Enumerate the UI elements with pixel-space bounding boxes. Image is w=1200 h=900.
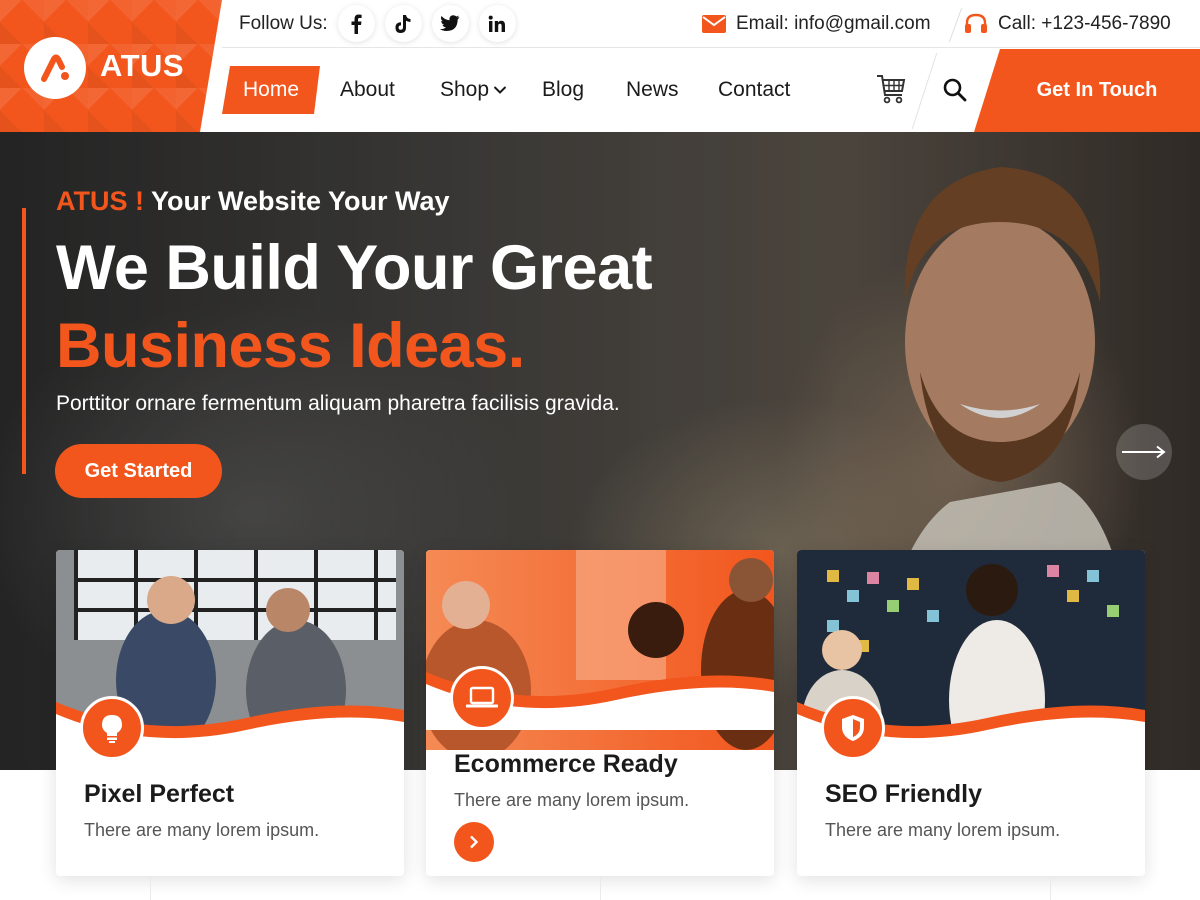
nav-shop[interactable]: Shop bbox=[440, 66, 507, 114]
logo-mark-icon[interactable] bbox=[24, 37, 86, 99]
hero-title-line2: Business Ideas. bbox=[56, 311, 525, 381]
facebook-icon[interactable] bbox=[337, 5, 375, 42]
cart-icon[interactable] bbox=[876, 73, 906, 105]
chevron-right-icon[interactable] bbox=[454, 822, 494, 862]
feature-card-seo-friendly[interactable]: SEO Friendly There are many lorem ipsum. bbox=[797, 550, 1145, 876]
feature-card-pixel-perfect[interactable]: Pixel Perfect There are many lorem ipsum… bbox=[56, 550, 404, 876]
laptop-icon bbox=[450, 666, 514, 730]
nav-divider bbox=[911, 53, 938, 129]
main-nav: Home About Shop Blog News Contact Get In… bbox=[222, 49, 1200, 132]
search-icon[interactable] bbox=[942, 77, 968, 103]
nav-about[interactable]: About bbox=[340, 66, 395, 114]
slider-next-arrow-icon[interactable] bbox=[1116, 424, 1172, 480]
chevron-down-icon bbox=[493, 86, 507, 94]
nav-home[interactable]: Home bbox=[222, 66, 320, 114]
get-started-button[interactable]: Get Started bbox=[55, 444, 222, 498]
contact-email[interactable]: Email: info@gmail.com bbox=[702, 0, 931, 48]
hero-title-line1: We Build Your Great bbox=[56, 233, 653, 303]
card-title: Ecommerce Ready bbox=[454, 750, 678, 778]
section-grid-lines bbox=[0, 876, 1200, 900]
hero-subtitle: Porttitor ornare fermentum aliquam phare… bbox=[56, 392, 620, 415]
twitter-icon[interactable] bbox=[431, 5, 469, 42]
get-in-touch-button[interactable]: Get In Touch bbox=[974, 49, 1200, 132]
nav-blog[interactable]: Blog bbox=[542, 66, 584, 114]
grid-line bbox=[150, 876, 151, 900]
card-description: There are many lorem ipsum. bbox=[454, 790, 690, 810]
brand-name[interactable]: ATUS bbox=[100, 48, 184, 84]
tiktok-icon[interactable] bbox=[384, 5, 422, 42]
feature-card-ecommerce-ready[interactable]: Ecommerce Ready There are many lorem ips… bbox=[426, 550, 774, 876]
lightbulb-icon bbox=[80, 696, 144, 760]
card-description: There are many lorem ipsum. bbox=[84, 820, 320, 840]
shield-icon bbox=[821, 696, 885, 760]
card-title: Pixel Perfect bbox=[84, 780, 235, 808]
hero-tagline-brand: ATUS ! bbox=[56, 186, 144, 216]
hero-tagline-text: Your Website Your Way bbox=[144, 186, 450, 216]
headset-icon bbox=[965, 13, 987, 33]
nav-contact[interactable]: Contact bbox=[718, 66, 790, 114]
grid-line bbox=[600, 876, 601, 900]
call-text: Call: +123-456-7890 bbox=[998, 13, 1171, 34]
hero-tagline: ATUS ! Your Website Your Way bbox=[56, 186, 450, 217]
grid-line bbox=[1050, 876, 1051, 900]
topbar-divider bbox=[948, 8, 963, 42]
linkedin-icon[interactable] bbox=[478, 5, 516, 42]
contact-phone[interactable]: Call: +123-456-7890 bbox=[964, 0, 1171, 48]
email-text: Email: info@gmail.com bbox=[736, 13, 931, 34]
envelope-icon bbox=[702, 15, 726, 33]
follow-label: Follow Us: bbox=[239, 12, 328, 34]
nav-shop-label: Shop bbox=[440, 78, 490, 101]
card-description: There are many lorem ipsum. bbox=[825, 820, 1061, 840]
social-links bbox=[337, 5, 516, 42]
hero-accent-line bbox=[22, 208, 26, 474]
top-bar: Follow Us: Email: info@gmail.com Call: +… bbox=[222, 0, 1200, 48]
nav-news[interactable]: News bbox=[626, 66, 679, 114]
card-title: SEO Friendly bbox=[825, 780, 982, 808]
